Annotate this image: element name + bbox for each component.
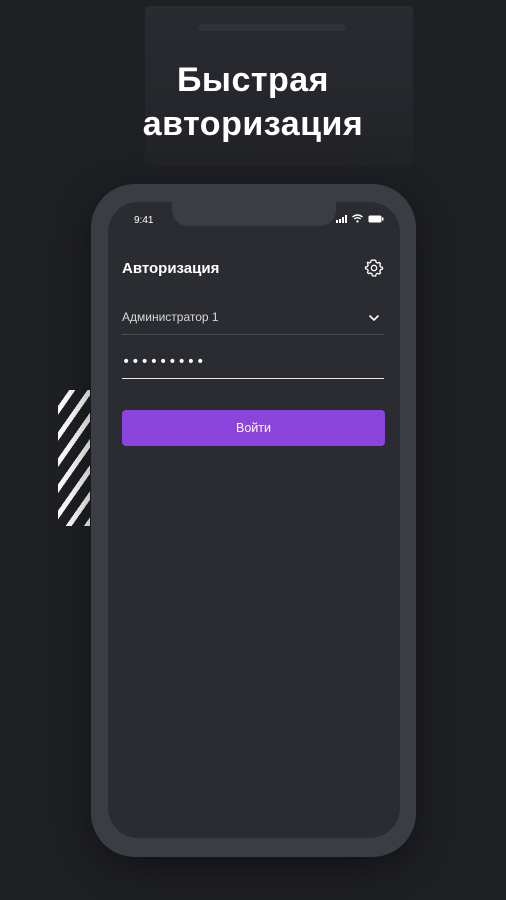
background-photo-detail	[198, 24, 346, 31]
user-select[interactable]: Администратор 1	[122, 306, 384, 335]
phone-screen: 9:41 Авторизация Администратор 1 •••••••…	[108, 202, 400, 838]
password-value: •••••••••	[122, 354, 206, 370]
login-button[interactable]: Войти	[122, 410, 385, 446]
gear-icon[interactable]	[364, 258, 384, 278]
battery-icon	[368, 215, 384, 223]
signal-icon	[336, 214, 347, 223]
phone-notch	[172, 202, 336, 226]
decorative-stripes	[58, 390, 90, 526]
wifi-icon	[352, 214, 363, 223]
user-select-value: Администратор 1	[122, 310, 219, 324]
status-icons	[336, 214, 384, 223]
promo-headline: Быстрая авторизация	[0, 58, 506, 146]
headline-line-1: Быстрая	[176, 61, 330, 99]
status-time: 9:41	[134, 215, 154, 226]
password-field[interactable]: •••••••••	[122, 350, 384, 379]
headline-line-2: авторизация	[142, 105, 364, 143]
chevron-down-icon	[368, 311, 380, 323]
page-title: Авторизация	[122, 260, 220, 277]
